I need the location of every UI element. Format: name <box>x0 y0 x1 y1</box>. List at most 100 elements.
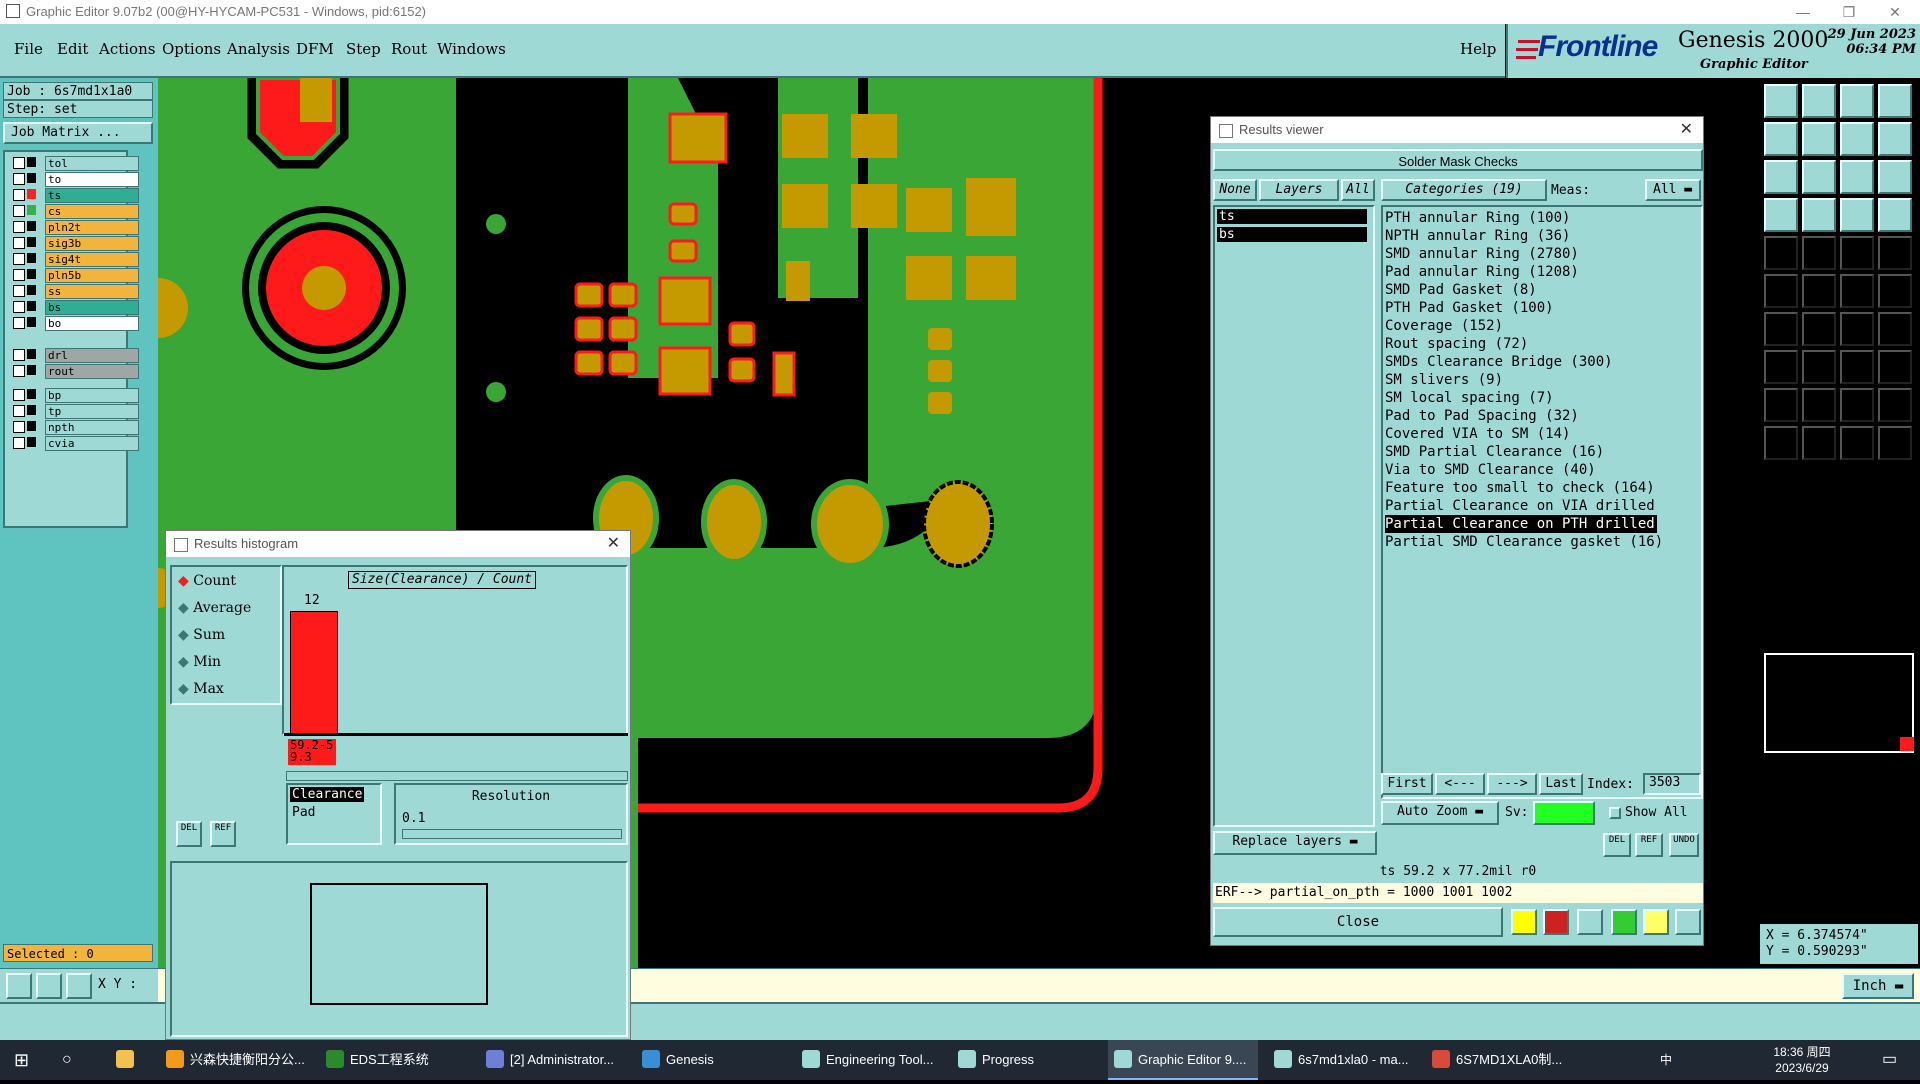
radio-icon[interactable]: ◆ <box>178 654 189 670</box>
menu-analysis[interactable]: Analysis <box>227 40 290 58</box>
pointer-icon[interactable] <box>1764 426 1798 460</box>
clock[interactable]: 18:36 周四 2023/6/29 <box>1762 1040 1842 1084</box>
shape-icon[interactable] <box>1878 350 1912 384</box>
viewer-close-button[interactable]: Close <box>1213 907 1503 937</box>
replace-layers-select[interactable]: Replace layers ▬ <box>1213 831 1377 855</box>
layer-checkbox[interactable] <box>13 157 25 169</box>
grid-icon[interactable] <box>66 973 92 999</box>
bga2-icon[interactable] <box>1878 198 1912 232</box>
category-item[interactable]: Pad to Pad Spacing (32) <box>1385 407 1579 425</box>
move-icon[interactable] <box>1764 160 1798 194</box>
layer-row-tp[interactable]: tp <box>13 404 139 419</box>
all-button[interactable]: All <box>1341 179 1375 201</box>
layers-button[interactable]: Layers <box>1259 179 1339 201</box>
histogram-ref-button[interactable]: REF <box>210 821 236 847</box>
histogram-option-average[interactable]: ◆ Average <box>178 600 251 616</box>
layer-row-bs[interactable]: bs <box>13 300 139 315</box>
job-matrix-button[interactable]: Job Matrix ... <box>3 122 153 144</box>
layer-checkbox[interactable] <box>13 421 25 433</box>
minimize-button[interactable]: — <box>1780 0 1826 24</box>
category-item[interactable]: Pad annular Ring (1208) <box>1385 263 1579 281</box>
categories-button[interactable]: Categories (19) <box>1381 179 1547 201</box>
layer-row-sig4t[interactable]: sig4t <box>13 252 139 267</box>
layer-row-sig3b[interactable]: sig3b <box>13 236 139 251</box>
first-button[interactable]: First <box>1381 773 1433 795</box>
result-layer-item[interactable]: bs <box>1217 227 1367 242</box>
layer-checkbox[interactable] <box>13 189 25 201</box>
menu-rout[interactable]: Rout <box>391 40 427 58</box>
fill-icon[interactable] <box>1764 350 1798 384</box>
route-icon[interactable] <box>1764 274 1798 308</box>
menu-windows[interactable]: Windows <box>437 40 506 58</box>
last-button[interactable]: Last <box>1539 773 1583 795</box>
layer-row-pln5b[interactable]: pln5b <box>13 268 139 283</box>
explorer-icon[interactable] <box>116 1040 140 1080</box>
histogram-list-item[interactable]: Pad <box>292 805 315 820</box>
bga-icon[interactable] <box>1840 198 1874 232</box>
layer-row-tol[interactable]: tol <box>13 156 139 171</box>
layer-checkbox[interactable] <box>13 437 25 449</box>
layer-row-bo[interactable]: bo <box>13 316 139 331</box>
category-item[interactable]: Partial SMD Clearance gasket (16) <box>1385 533 1663 551</box>
layer-checkbox[interactable] <box>13 205 25 217</box>
layer-checkbox[interactable] <box>13 317 25 329</box>
layer-row-pln2t[interactable]: pln2t <box>13 220 139 235</box>
layer-row-ts[interactable]: ts <box>13 188 139 203</box>
cross-icon[interactable] <box>1577 909 1603 935</box>
category-item[interactable]: NPTH annular Ring (36) <box>1385 227 1570 245</box>
histogram-bar[interactable] <box>290 611 338 735</box>
sv-color-select[interactable] <box>1533 801 1595 825</box>
category-item[interactable]: Feature too small to check (164) <box>1385 479 1655 497</box>
align-icon[interactable] <box>1878 122 1912 156</box>
viewer-undo-button[interactable]: UNDO <box>1669 833 1699 857</box>
snap-icon[interactable] <box>1764 122 1798 156</box>
pointer2-icon[interactable] <box>1802 426 1836 460</box>
pad-icon[interactable] <box>1840 274 1874 308</box>
triangle2-icon[interactable] <box>1802 388 1836 422</box>
category-item[interactable]: SMD annular Ring (2780) <box>1385 245 1579 263</box>
arc-icon[interactable] <box>1840 312 1874 346</box>
rotate-icon[interactable] <box>1802 160 1836 194</box>
close-button[interactable]: ✕ <box>1872 0 1918 24</box>
box-icon[interactable] <box>1840 350 1874 384</box>
layer-checkbox[interactable] <box>13 285 25 297</box>
menu-edit[interactable]: Edit <box>57 40 88 58</box>
layer-checkbox[interactable] <box>13 365 25 377</box>
restore-button[interactable]: ❐ <box>1826 0 1872 24</box>
fit-icon[interactable] <box>1764 84 1798 118</box>
category-item[interactable]: SMD Pad Gasket (8) <box>1385 281 1537 299</box>
menu-dfm[interactable]: DFM <box>296 40 334 58</box>
menu-file[interactable]: File <box>14 40 43 58</box>
category-item[interactable]: Via to SMD Clearance (40) <box>1385 461 1596 479</box>
layer-row-ss[interactable]: ss <box>13 284 139 299</box>
taskbar-item[interactable]: 6S7MD1XLA0制... <box>1426 1040 1576 1080</box>
prev-button[interactable]: <--- <box>1435 773 1485 795</box>
taskbar-item[interactable]: Genesis <box>636 1040 786 1080</box>
layer-row-to[interactable]: to <box>13 172 139 187</box>
scale-icon[interactable] <box>1840 160 1874 194</box>
category-item[interactable]: SM local spacing (7) <box>1385 389 1554 407</box>
start-icon[interactable]: ⊞ <box>14 1040 29 1080</box>
triangle4-icon[interactable] <box>1878 388 1912 422</box>
radio-icon[interactable]: ◆ <box>178 600 189 616</box>
pad2-icon[interactable] <box>1878 274 1912 308</box>
taskbar-item[interactable]: Progress <box>952 1040 1102 1080</box>
mirror-icon[interactable] <box>1840 122 1874 156</box>
line-icon[interactable] <box>1764 312 1798 346</box>
show-all-checkbox[interactable] <box>1609 807 1621 819</box>
overview-map[interactable] <box>1764 653 1914 753</box>
category-item[interactable]: PTH Pad Gasket (100) <box>1385 299 1554 317</box>
taskbar-item[interactable]: Graphic Editor 9.... <box>1108 1040 1258 1080</box>
pointer3-icon[interactable] <box>1840 426 1874 460</box>
viewer-close-icon[interactable]: ✕ <box>1680 117 1693 143</box>
camera-icon[interactable] <box>1764 236 1798 270</box>
notes-icon[interactable] <box>1643 909 1669 935</box>
layer-checkbox[interactable] <box>13 349 25 361</box>
taskbar-item[interactable]: Engineering Tool... <box>796 1040 946 1080</box>
histogram-option-max[interactable]: ◆ Max <box>178 681 224 697</box>
auto-zoom-select[interactable]: Auto Zoom ▬ <box>1381 801 1499 825</box>
search-icon[interactable]: ○ <box>62 1040 72 1080</box>
layer-row-npth[interactable]: npth <box>13 420 139 435</box>
close-icon[interactable] <box>1802 274 1836 308</box>
grid-icon[interactable] <box>1802 198 1836 232</box>
